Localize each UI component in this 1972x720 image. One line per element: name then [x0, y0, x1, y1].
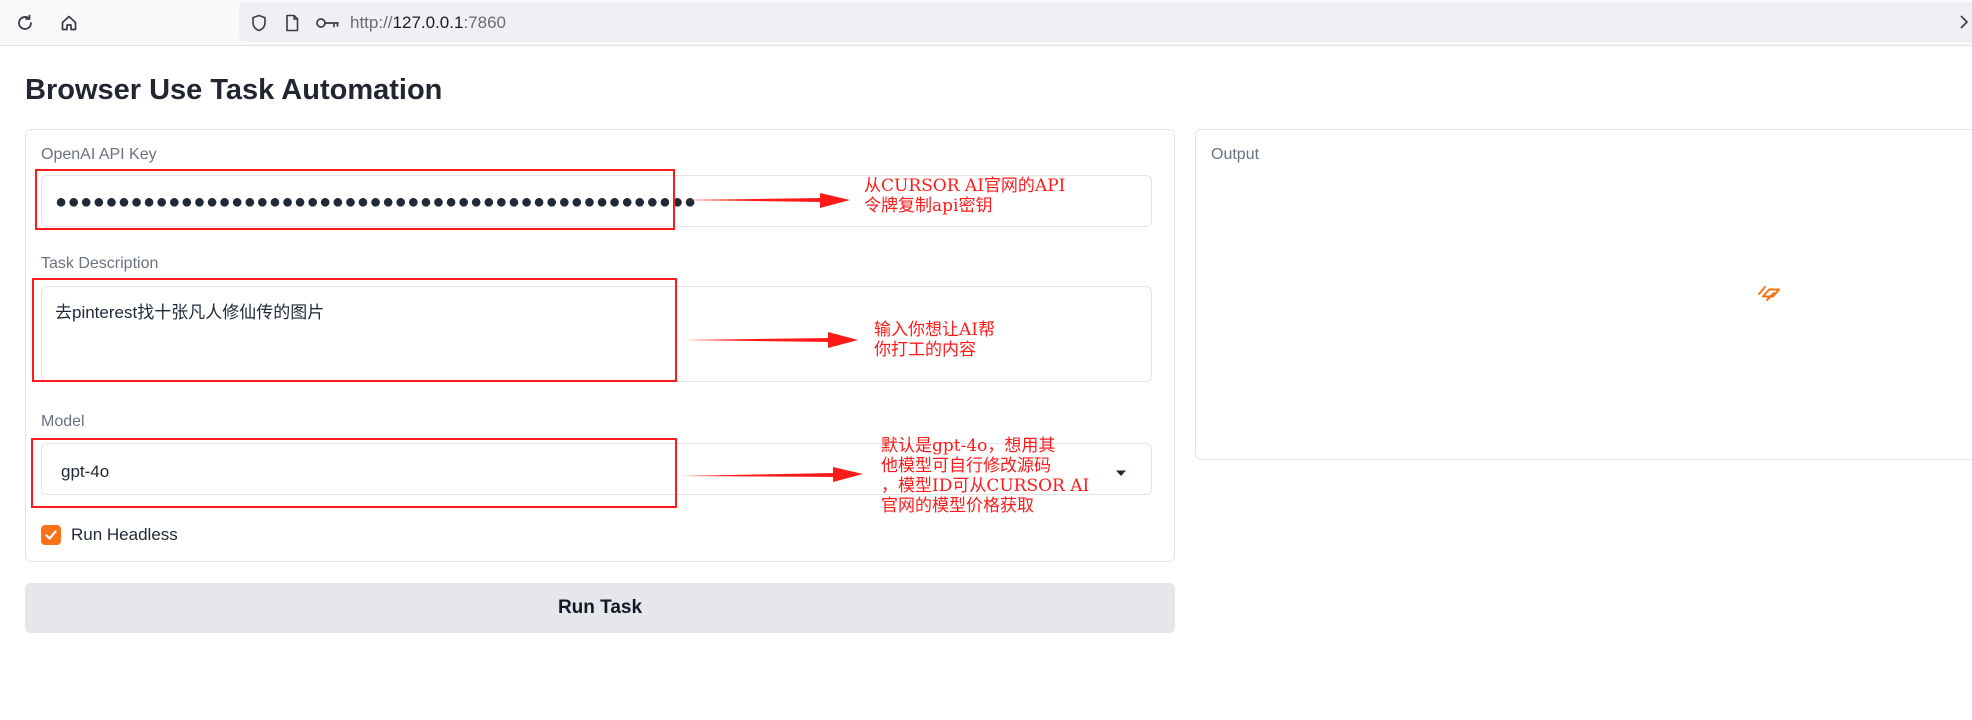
checkmark-icon	[45, 530, 57, 540]
loading-spinner-icon	[1758, 286, 1780, 301]
api-key-label: OpenAI API Key	[41, 146, 157, 163]
reload-icon[interactable]	[12, 10, 38, 36]
shield-icon[interactable]	[248, 12, 270, 34]
browser-toolbar: http://127.0.0.1:7860	[0, 0, 1972, 46]
run-task-button[interactable]: Run Task	[25, 583, 1175, 633]
url-port: :7860	[463, 13, 506, 32]
home-icon[interactable]	[56, 10, 82, 36]
task-annotation: 输入你想让AI帮 你打工的内容	[874, 320, 995, 360]
url-scheme: http://	[350, 13, 393, 32]
model-arrow-icon	[679, 467, 863, 482]
task-description-label: Task Description	[41, 255, 159, 272]
output-label: Output	[1211, 146, 1260, 163]
task-highlight-box	[32, 278, 677, 382]
reader-view-icon[interactable]	[1960, 12, 1970, 32]
page-title: Browser Use Task Automation	[25, 74, 443, 106]
key-icon[interactable]	[314, 12, 342, 34]
chevron-down-icon[interactable]	[1114, 466, 1128, 480]
url-text[interactable]: http://127.0.0.1:7860	[350, 12, 506, 34]
api-key-arrow-icon	[682, 193, 850, 208]
model-highlight-box	[31, 438, 677, 508]
run-headless-checkbox[interactable]	[41, 525, 61, 545]
url-host: 127.0.0.1	[392, 13, 464, 32]
model-annotation: 默认是gpt-4o，想用其 他模型可自行修改源码 ，模型ID可从CURSOR A…	[881, 436, 1090, 516]
url-bar[interactable]: http://127.0.0.1:7860	[239, 2, 1972, 42]
model-label: Model	[41, 413, 85, 430]
task-arrow-icon	[684, 332, 858, 348]
page-icon[interactable]	[281, 12, 303, 34]
output-panel	[1195, 129, 1972, 460]
run-headless-label[interactable]: Run Headless	[71, 525, 178, 545]
api-key-highlight-box	[35, 169, 675, 230]
api-key-annotation: 从CURSOR AI官网的API 令牌复制api密钥	[864, 176, 1066, 216]
